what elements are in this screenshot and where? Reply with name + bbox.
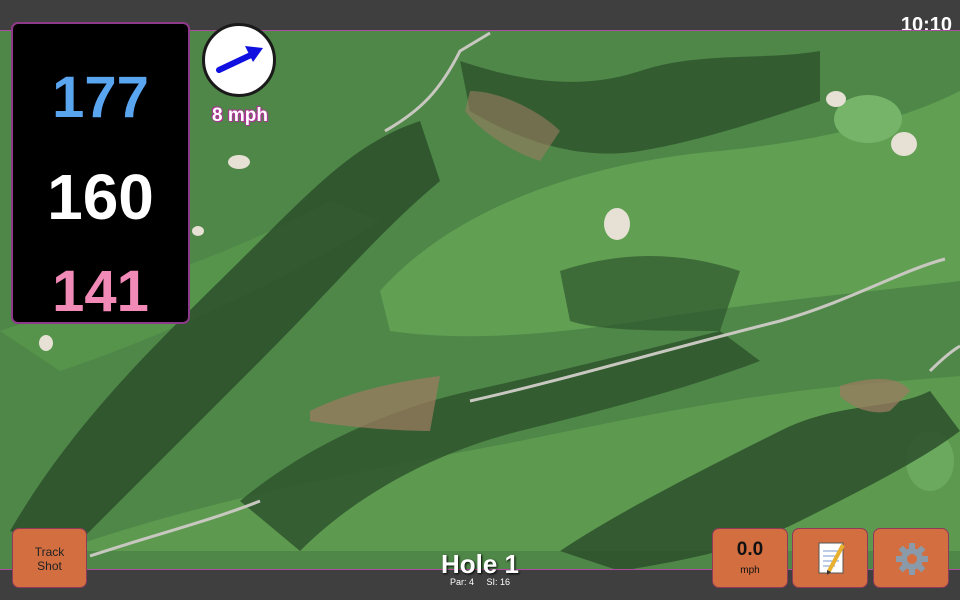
speed-button[interactable]: 0.0 mph xyxy=(712,528,788,588)
settings-button[interactable] xyxy=(873,528,949,588)
middle-distance: 160 xyxy=(47,161,154,233)
wind-indicator xyxy=(202,23,276,97)
notepad-icon xyxy=(818,542,845,575)
hole-stroke-index: SI: 16 xyxy=(486,577,511,587)
hole-title: Hole 1 xyxy=(440,549,520,579)
track-shot-label-line2: Shot xyxy=(37,559,62,573)
wind-speed: 8 mph xyxy=(212,105,268,126)
speed-unit: mph xyxy=(740,565,760,576)
notes-button[interactable] xyxy=(792,528,868,588)
track-shot-button[interactable]: Track Shot xyxy=(12,528,87,588)
gear-icon xyxy=(896,543,928,575)
track-shot-label-line1: Track xyxy=(34,545,65,559)
back-distance: 177 xyxy=(52,65,149,130)
hole-par: Par: 4 xyxy=(449,577,474,587)
distance-panel: 177 160 141 xyxy=(11,22,190,324)
speed-value: 0.0 xyxy=(736,539,764,560)
arrow-icon xyxy=(216,46,263,73)
hole-info: Par: 4 SI: 16 xyxy=(380,577,580,587)
front-distance: 141 xyxy=(52,259,149,324)
